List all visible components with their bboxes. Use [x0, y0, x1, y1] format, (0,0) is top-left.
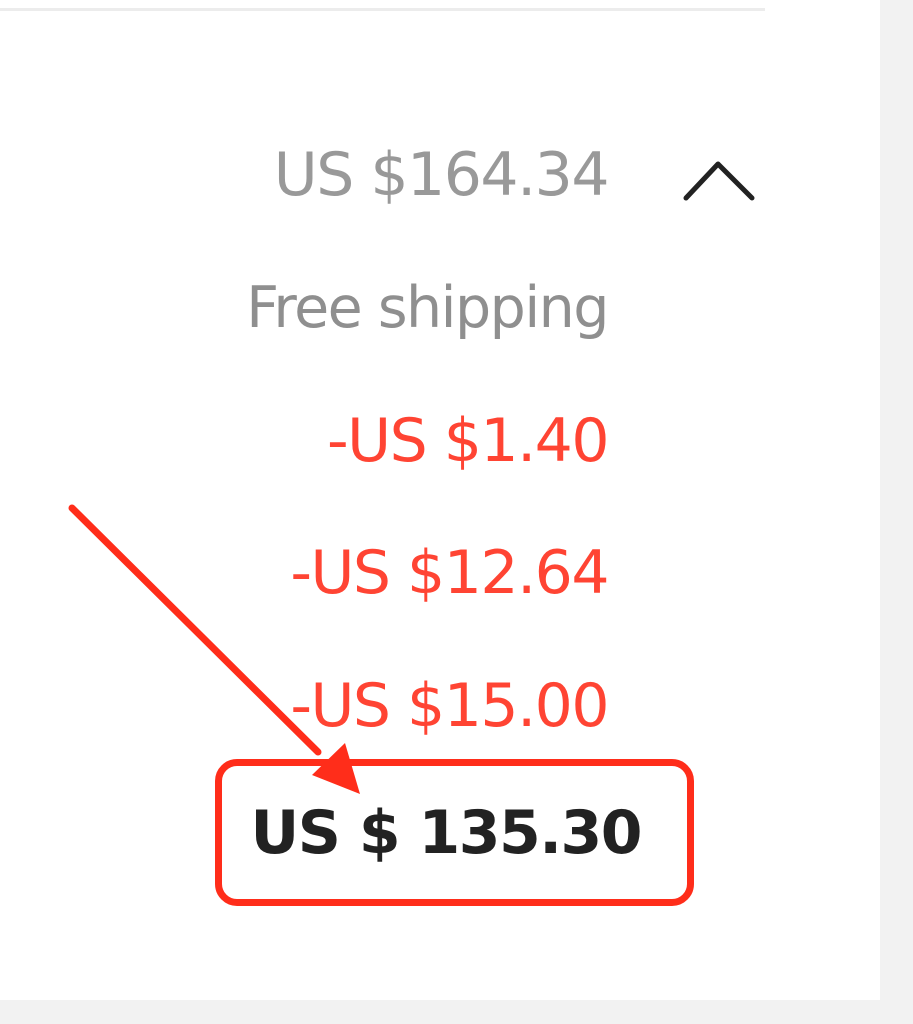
- discount-item: -US $1.40: [327, 406, 610, 476]
- divider: [0, 8, 765, 11]
- subtotal-price: US $164.34: [273, 140, 610, 210]
- discount-item: -US $15.00: [290, 671, 609, 741]
- order-summary-panel: US $164.34 Free shipping -US $1.40 -US $…: [0, 0, 880, 1000]
- shipping-label: Free shipping: [246, 275, 609, 341]
- discount-item: -US $12.64: [290, 538, 609, 608]
- chevron-up-icon[interactable]: [680, 148, 760, 208]
- total-price: US $ 135.30: [250, 798, 643, 868]
